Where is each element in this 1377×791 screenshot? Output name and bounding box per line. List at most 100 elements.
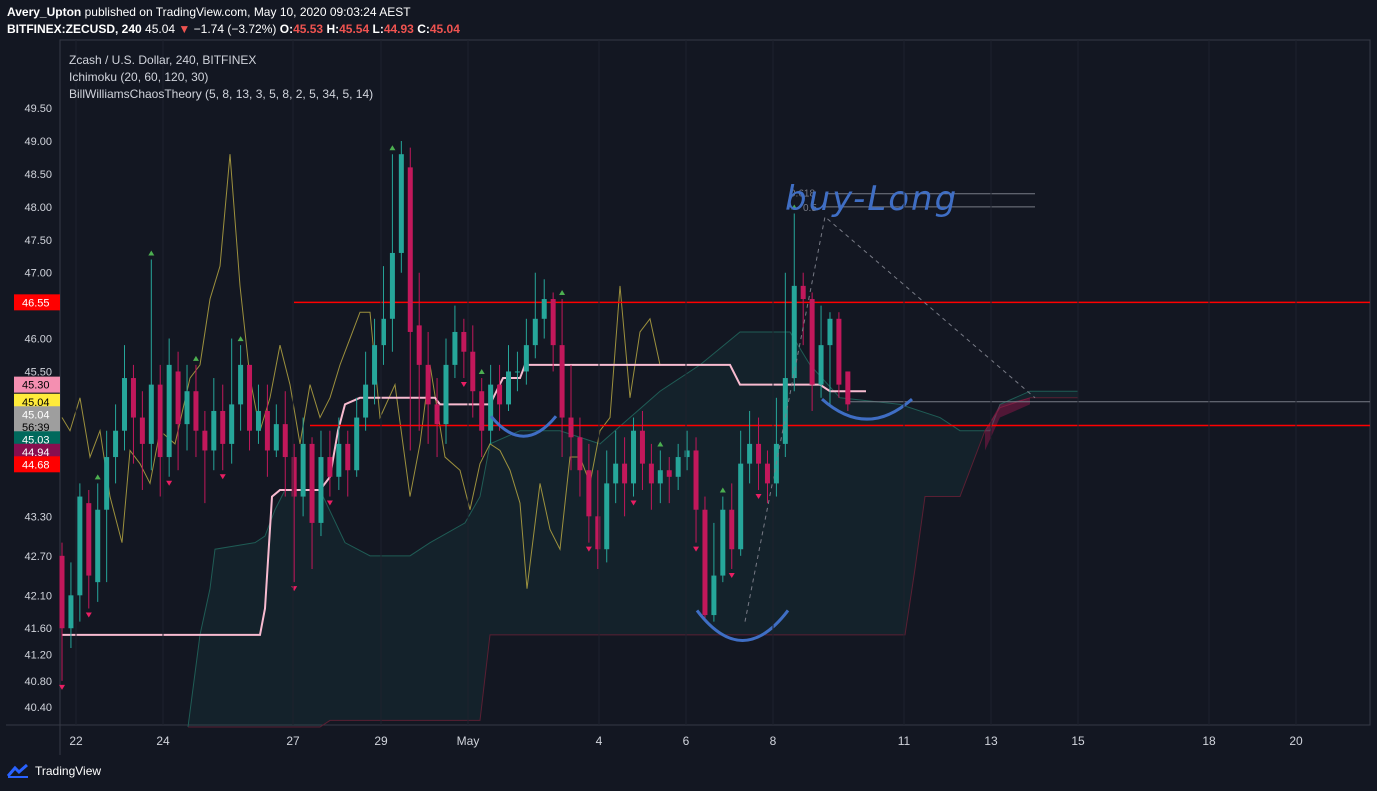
indicator-ichimoku[interactable]: Ichimoku (20, 60, 120, 30) [69,70,208,84]
candle-body [157,384,163,458]
candle-body [586,470,592,517]
price-labels: 46.5545.3045.0445.0456:3945.0344.9444.68 [14,294,60,473]
price-tick-label: 41.60 [24,623,52,635]
candle-body [247,364,253,431]
candle-body [488,384,494,431]
candle-body [291,457,297,497]
candle-body [345,443,351,471]
tradingview-logo-icon [7,764,28,778]
candle-body [613,463,619,484]
price-tick-label: 41.20 [24,650,52,662]
candle-body [86,503,92,576]
price-tick-label: 48.50 [24,169,52,181]
price-tick-label: 42.10 [24,590,52,602]
candle-body [77,496,83,596]
candle-body [532,318,538,346]
ichimoku-cloud [187,331,1078,728]
fractal-up-marker [389,145,396,151]
candle-body [113,430,119,458]
price-tag-label: 45.30 [22,380,50,392]
candle-body [434,404,440,425]
price-tag-label: 44.68 [22,459,50,471]
chart-title: Zcash / U.S. Dollar, 240, BITFINEX [69,53,256,67]
price-tag-label: 46.55 [22,297,50,309]
fractal-up-marker [148,250,155,256]
candle-body [523,345,529,372]
candle-body [791,285,797,379]
candle-body [702,509,708,616]
candle-body [782,378,788,444]
candle-body [389,252,395,319]
price-tick-label: 49.50 [24,103,52,115]
candle-body [604,483,610,550]
price-tick-label: 40.40 [24,702,52,714]
time-tick-label: 13 [984,734,998,748]
candle-body [193,391,199,431]
time-tick-label: 8 [770,734,777,748]
time-tick-label: 11 [898,734,911,748]
candle-body [684,450,690,458]
candle-body [407,167,413,332]
candle-body [568,417,574,438]
candle-body [756,443,762,464]
candle-body [363,384,369,418]
candle-body [211,410,217,451]
time-tick-label: 22 [69,734,83,748]
candle-body [514,371,520,373]
time-tick-label: 24 [156,734,170,748]
candle-body [184,391,190,425]
candle-body [836,318,842,385]
time-tick-label: 27 [286,734,300,748]
fractal-up-marker [192,355,199,361]
candle-body [372,345,378,385]
candle-body [827,318,833,346]
candle-body [639,430,645,464]
candle-body [675,457,681,477]
price-tick-label: 40.80 [24,676,52,688]
price-tick-label: 48.00 [24,202,52,214]
ichimoku-cloud-fill [188,331,1078,727]
candle-body [148,384,154,444]
fractal-up-marker [559,290,566,296]
candle-body [59,555,65,629]
candle-body [443,364,449,425]
candle-body [130,378,136,418]
candle-body [104,457,110,510]
price-tick-label: 47.00 [24,268,52,280]
candle-body [318,457,324,523]
candle-body [541,299,547,319]
candle-body [845,371,851,405]
candle-body [577,437,583,471]
candle-body [595,516,601,550]
candle-body [220,410,226,444]
indicator-chaos[interactable]: BillWilliamsChaosTheory (5, 8, 13, 3, 5,… [69,87,373,101]
candle-body [747,443,753,464]
price-chart[interactable]: 0.6180.5buy-Long 49.5049.0048.5048.0047.… [0,0,1377,791]
candle-body [380,318,386,346]
candle-body [238,364,244,405]
candle-body [327,457,333,477]
price-tick-label: 43.30 [24,511,52,523]
candle-body [166,364,172,458]
candle-body [264,410,270,451]
candle-body [398,154,404,253]
price-tick-label: 42.70 [24,551,52,563]
candle-body [648,463,654,484]
cloud-red-twist [985,397,1030,451]
candle-body [559,345,565,418]
candle-body [738,463,744,550]
price-tick-label: 49.00 [24,136,52,148]
candle-body [425,364,431,405]
candle-body [175,371,181,425]
candle-body [506,371,511,405]
fractal-down-marker [460,382,467,388]
fractal-up-marker [94,474,101,480]
candle-body [693,450,699,510]
candle-body [273,424,279,451]
candle-body [461,331,467,352]
candle-body [202,430,208,451]
footer-brand[interactable]: TradingView [7,764,101,778]
candle-body [657,470,663,484]
candle-body [255,410,261,431]
fractal-down-marker [326,500,333,506]
